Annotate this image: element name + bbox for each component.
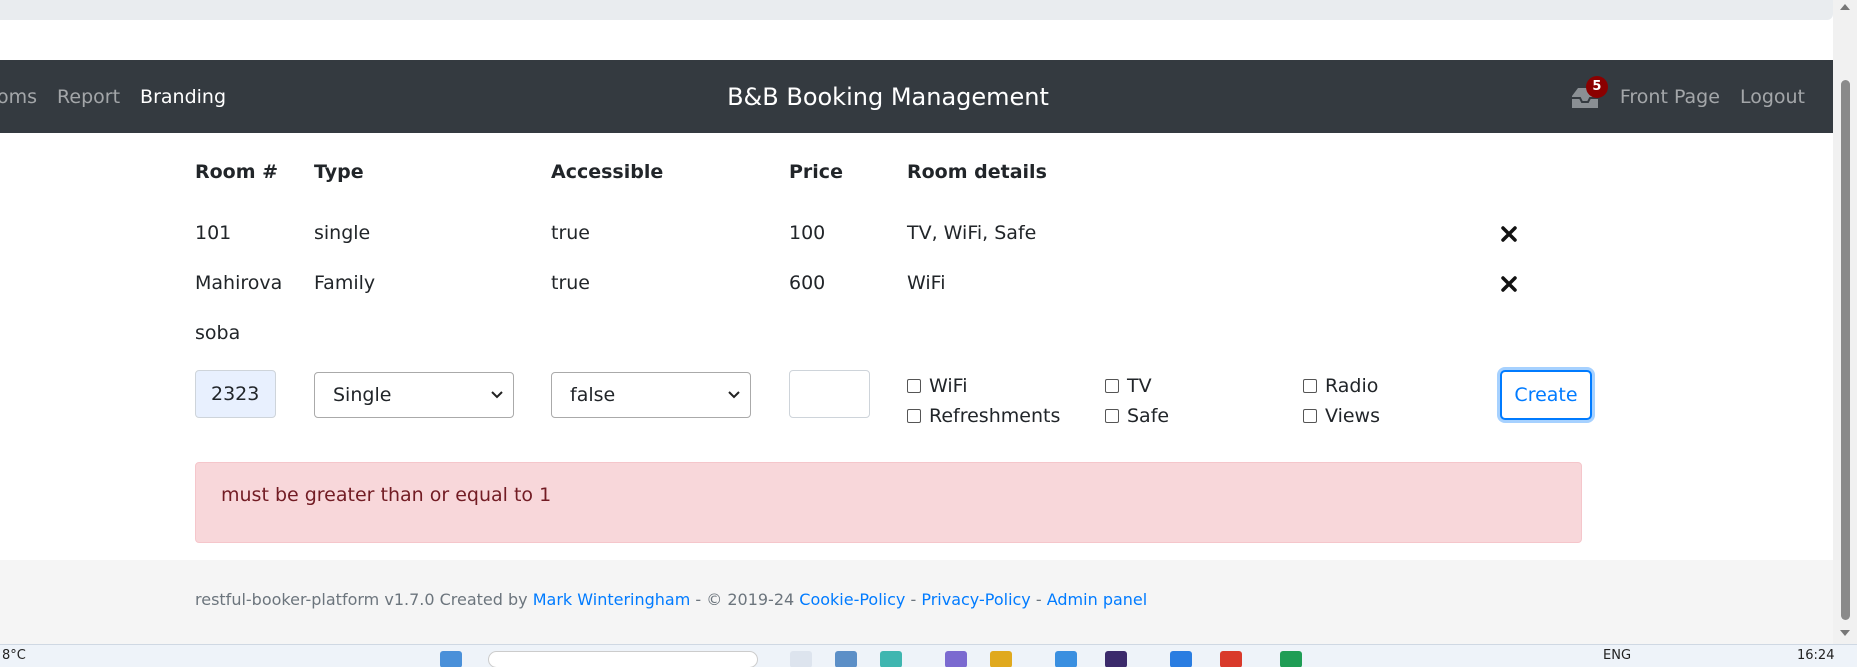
search-bar[interactable] xyxy=(488,651,758,667)
checkbox-radio[interactable]: Radio xyxy=(1303,375,1378,397)
footer-privacy-link[interactable]: Privacy-Policy xyxy=(921,590,1030,609)
room-number-input[interactable]: 2323 xyxy=(195,370,276,418)
checkbox-label: Safe xyxy=(1127,405,1170,427)
row2-room-line2[interactable]: soba xyxy=(195,322,240,344)
footer-separator: - xyxy=(1030,590,1047,609)
checkbox-label: TV xyxy=(1127,375,1152,397)
weather-temp[interactable]: 8°C xyxy=(2,648,26,663)
row2-room[interactable]: Mahirova xyxy=(195,272,282,294)
app-icon[interactable] xyxy=(1055,651,1077,667)
scroll-up-arrow-icon[interactable] xyxy=(1840,4,1850,10)
excel-icon[interactable] xyxy=(1280,651,1302,667)
nav-link-logout[interactable]: Logout xyxy=(1740,86,1805,108)
app-icon[interactable] xyxy=(945,651,967,667)
checkbox-label: Radio xyxy=(1325,375,1379,397)
footer-cookie-link[interactable]: Cookie-Policy xyxy=(799,590,905,609)
checkbox-box[interactable] xyxy=(907,409,921,423)
price-input[interactable] xyxy=(789,370,870,418)
header-type: Type xyxy=(314,161,364,183)
checkbox-label: WiFi xyxy=(929,375,968,397)
delete-icon[interactable] xyxy=(1499,274,1519,294)
row2-details: WiFi xyxy=(907,272,946,294)
checkbox-wifi[interactable]: WiFi xyxy=(907,375,967,397)
footer: restful-booker-platform v1.7.0 Created b… xyxy=(0,560,1833,644)
checkbox-label: Refreshments xyxy=(929,405,1061,427)
notification-button[interactable]: 5 xyxy=(1570,75,1608,112)
windows-start-icon[interactable] xyxy=(440,651,462,667)
taskview-icon[interactable] xyxy=(790,651,812,667)
chevron-down-icon xyxy=(491,391,503,399)
nav-link-front-page[interactable]: Front Page xyxy=(1620,86,1720,108)
footer-copyright: - © 2019-24 xyxy=(690,590,800,609)
row1-accessible: true xyxy=(551,222,590,244)
accessible-select-value: false xyxy=(570,384,616,406)
delete-icon[interactable] xyxy=(1499,224,1519,244)
row2-type: Family xyxy=(314,272,376,294)
row1-room[interactable]: 101 xyxy=(195,222,231,244)
checkbox-refreshments[interactable]: Refreshments xyxy=(907,405,1060,427)
app-icon[interactable] xyxy=(1105,651,1127,667)
accessible-select[interactable]: false xyxy=(551,372,751,418)
footer-prefix: restful-booker-platform v1.7.0 Created b… xyxy=(195,590,533,609)
footer-separator: - xyxy=(905,590,922,609)
nav-right: 5 Front Page Logout xyxy=(1570,60,1805,133)
chevron-down-icon xyxy=(728,391,740,399)
type-select-value: Single xyxy=(333,384,392,406)
navbar: oms Report Branding B&B Booking Manageme… xyxy=(0,60,1833,133)
chrome-icon[interactable] xyxy=(1220,651,1242,667)
header-accessible: Accessible xyxy=(551,161,664,183)
checkbox-box[interactable] xyxy=(1303,409,1317,423)
row2-price: 600 xyxy=(789,272,826,294)
row1-details: TV, WiFi, Safe xyxy=(907,222,1037,244)
top-strip xyxy=(0,0,1833,20)
error-alert: must be greater than or equal to 1 xyxy=(195,462,1582,543)
create-button[interactable]: Create xyxy=(1500,370,1592,420)
row1-price: 100 xyxy=(789,222,826,244)
checkbox-box[interactable] xyxy=(907,379,921,393)
row2-accessible: true xyxy=(551,272,590,294)
taskbar: 8°C ENG 16:24 xyxy=(0,644,1857,667)
notification-badge: 5 xyxy=(1585,75,1608,98)
app-icon[interactable] xyxy=(1170,651,1192,667)
checkbox-box[interactable] xyxy=(1105,409,1119,423)
header-price: Price xyxy=(789,161,843,183)
checkbox-label: Views xyxy=(1325,405,1380,427)
page-title: B&B Booking Management xyxy=(727,82,1049,111)
checkbox-tv[interactable]: TV xyxy=(1105,375,1152,397)
scroll-down-arrow-icon[interactable] xyxy=(1840,630,1850,636)
header-room: Room # xyxy=(195,161,279,183)
header-room-details: Room details xyxy=(907,161,1047,183)
scrollbar[interactable] xyxy=(1833,0,1857,644)
checkbox-box[interactable] xyxy=(1303,379,1317,393)
clock[interactable]: 16:24 xyxy=(1797,648,1834,663)
checkbox-views[interactable]: Views xyxy=(1303,405,1380,427)
footer-author-link[interactable]: Mark Winteringham xyxy=(533,590,691,609)
app-icon[interactable] xyxy=(835,651,857,667)
footer-admin-link[interactable]: Admin panel xyxy=(1047,590,1147,609)
folder-icon[interactable] xyxy=(990,651,1012,667)
checkbox-safe[interactable]: Safe xyxy=(1105,405,1169,427)
checkbox-box[interactable] xyxy=(1105,379,1119,393)
type-select[interactable]: Single xyxy=(314,372,514,418)
edge-icon[interactable] xyxy=(880,651,902,667)
scroll-thumb[interactable] xyxy=(1841,80,1850,620)
language-indicator[interactable]: ENG xyxy=(1603,648,1631,663)
error-message: must be greater than or equal to 1 xyxy=(221,484,552,506)
row1-type: single xyxy=(314,222,371,244)
